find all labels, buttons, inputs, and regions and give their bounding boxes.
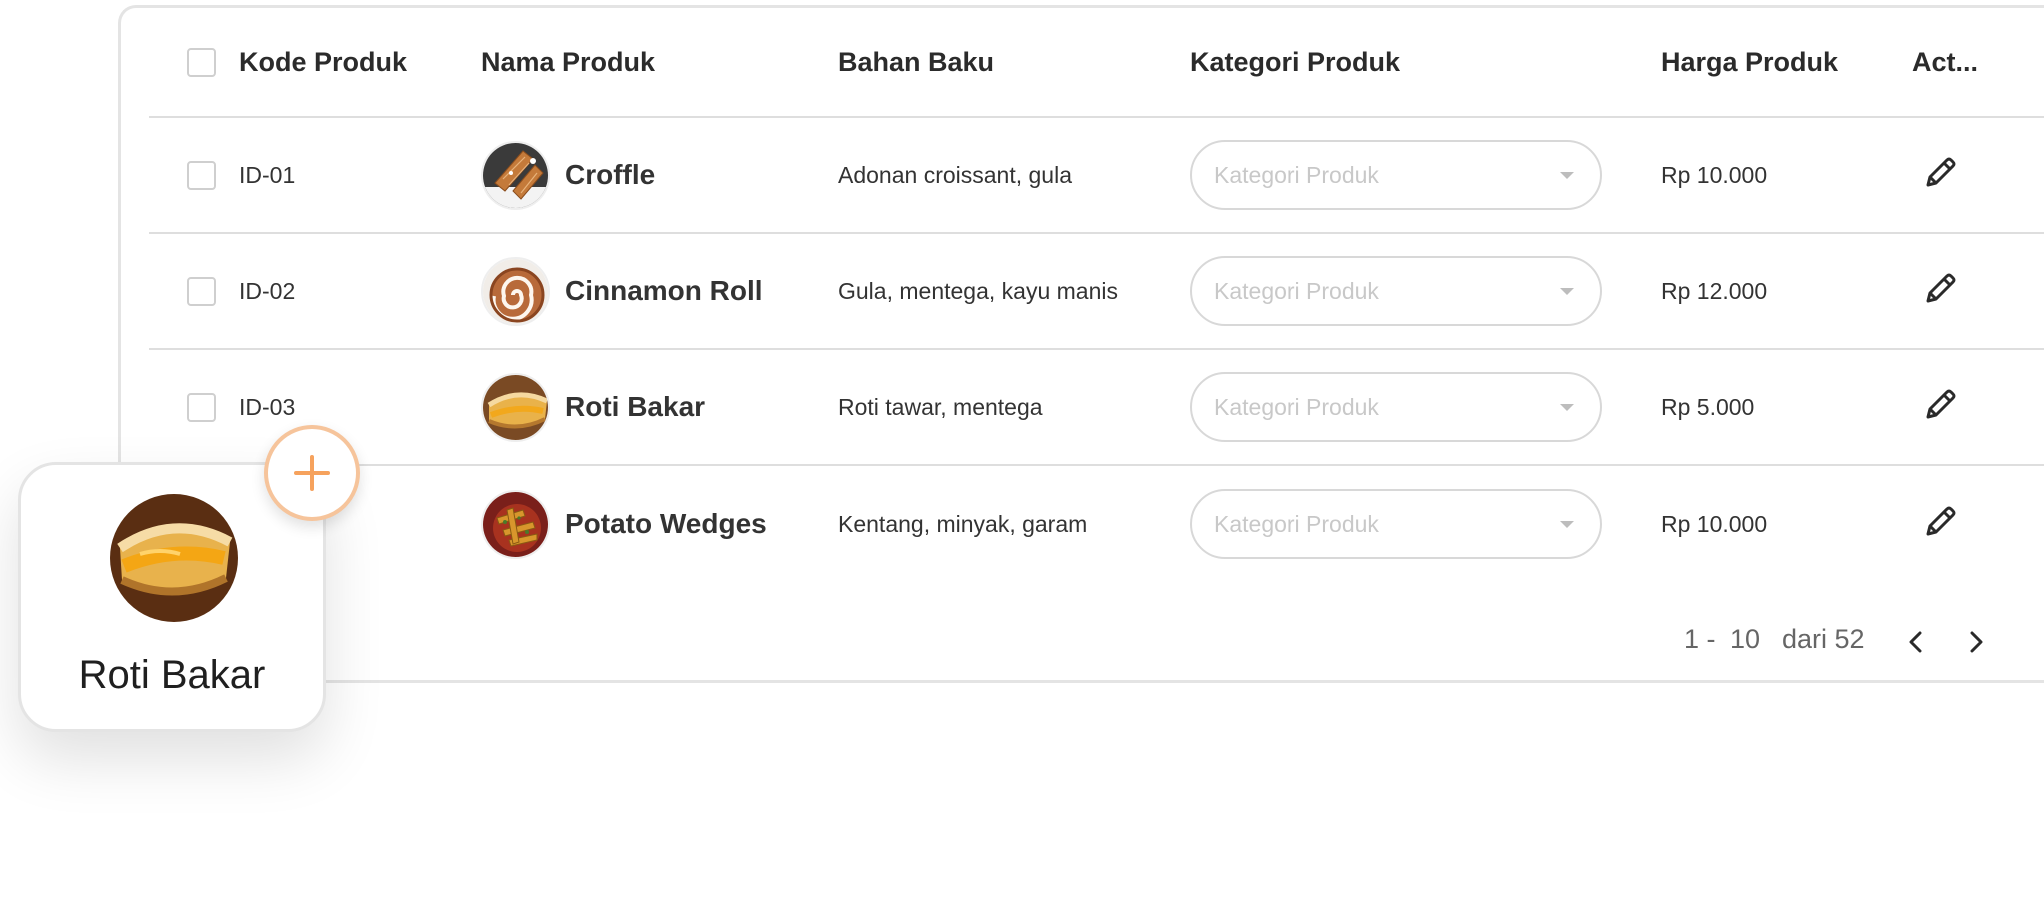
category-select-placeholder: Kategori Produk (1214, 510, 1379, 537)
caret-down-icon (1560, 520, 1574, 528)
product-price: Rp 12.000 (1661, 277, 1768, 304)
row-checkbox[interactable] (187, 276, 216, 306)
product-material: Gula, mentega, kayu manis (838, 277, 1118, 304)
edit-pencil-icon[interactable] (1920, 502, 1960, 547)
category-select-placeholder: Kategori Produk (1214, 393, 1379, 420)
column-header-name[interactable]: Nama Produk (481, 8, 655, 116)
edit-pencil-icon[interactable] (1920, 385, 1960, 430)
category-select[interactable]: Kategori Produk (1190, 140, 1602, 210)
table-row: Potato Wedges Kentang, minyak, garam Kat… (149, 466, 2044, 582)
table-row: ID-01 Croffle Adonan croissant, gula Kat… (149, 118, 2044, 234)
pagination-range-end: 10 (1730, 624, 1761, 654)
add-product-button[interactable] (264, 425, 360, 521)
product-code: ID-01 (239, 161, 296, 188)
category-select[interactable]: Kategori Produk (1190, 256, 1602, 326)
product-preview-name: Roti Bakar (78, 653, 266, 697)
product-material: Adonan croissant, gula (838, 161, 1072, 188)
table-header-row: Kode Produk Nama Produk Bahan Baku Kateg… (149, 8, 2044, 118)
plus-icon (294, 455, 330, 491)
column-header-action[interactable]: Act... (1912, 8, 1978, 116)
column-header-code[interactable]: Kode Produk (239, 8, 407, 116)
row-checkbox[interactable] (187, 160, 216, 190)
product-price: Rp 10.000 (1661, 510, 1768, 537)
chevron-left-icon[interactable] (1900, 626, 1932, 658)
product-image-potato-wedges (481, 489, 550, 559)
caret-down-icon (1560, 171, 1574, 179)
edit-pencil-icon[interactable] (1920, 153, 1960, 198)
category-select[interactable]: Kategori Produk (1190, 489, 1602, 559)
category-select-placeholder: Kategori Produk (1214, 277, 1379, 304)
column-header-category[interactable]: Kategori Produk (1190, 8, 1400, 116)
caret-down-icon (1560, 287, 1574, 295)
product-image-cinnamon-roll (481, 256, 550, 326)
table-row: ID-03 Roti Bakar Roti tawar, mentega Kat… (149, 350, 2044, 466)
chevron-right-icon[interactable] (1960, 626, 1992, 658)
pagination-total: dari 52 (1782, 624, 1865, 654)
product-material: Roti tawar, mentega (838, 393, 1043, 420)
column-header-material[interactable]: Bahan Baku (838, 8, 994, 116)
product-code: ID-02 (239, 277, 296, 304)
caret-down-icon (1560, 403, 1574, 411)
product-table: Kode Produk Nama Produk Bahan Baku Kateg… (118, 5, 2044, 683)
row-checkbox[interactable] (187, 392, 216, 422)
pagination: 1 - 10 dari 52 (1684, 620, 2044, 664)
product-image-roti-bakar (481, 372, 550, 442)
product-name: Croffle (565, 159, 656, 190)
edit-pencil-icon[interactable] (1920, 269, 1960, 314)
product-name: Cinnamon Roll (565, 275, 763, 306)
product-name: Roti Bakar (565, 391, 706, 422)
product-image-croffle (481, 140, 550, 210)
product-price: Rp 10.000 (1661, 161, 1768, 188)
product-material: Kentang, minyak, garam (838, 510, 1088, 537)
product-price: Rp 5.000 (1661, 393, 1755, 420)
product-preview-image (110, 494, 238, 622)
product-name: Potato Wedges (565, 508, 767, 539)
category-select[interactable]: Kategori Produk (1190, 372, 1602, 442)
table-row: ID-02 Cinnamon Roll Gula, mentega, kayu … (149, 234, 2044, 350)
pagination-range-start: 1 - (1684, 624, 1716, 654)
column-header-price[interactable]: Harga Produk (1661, 8, 1838, 116)
select-all-checkbox[interactable] (187, 47, 216, 77)
category-select-placeholder: Kategori Produk (1214, 161, 1379, 188)
